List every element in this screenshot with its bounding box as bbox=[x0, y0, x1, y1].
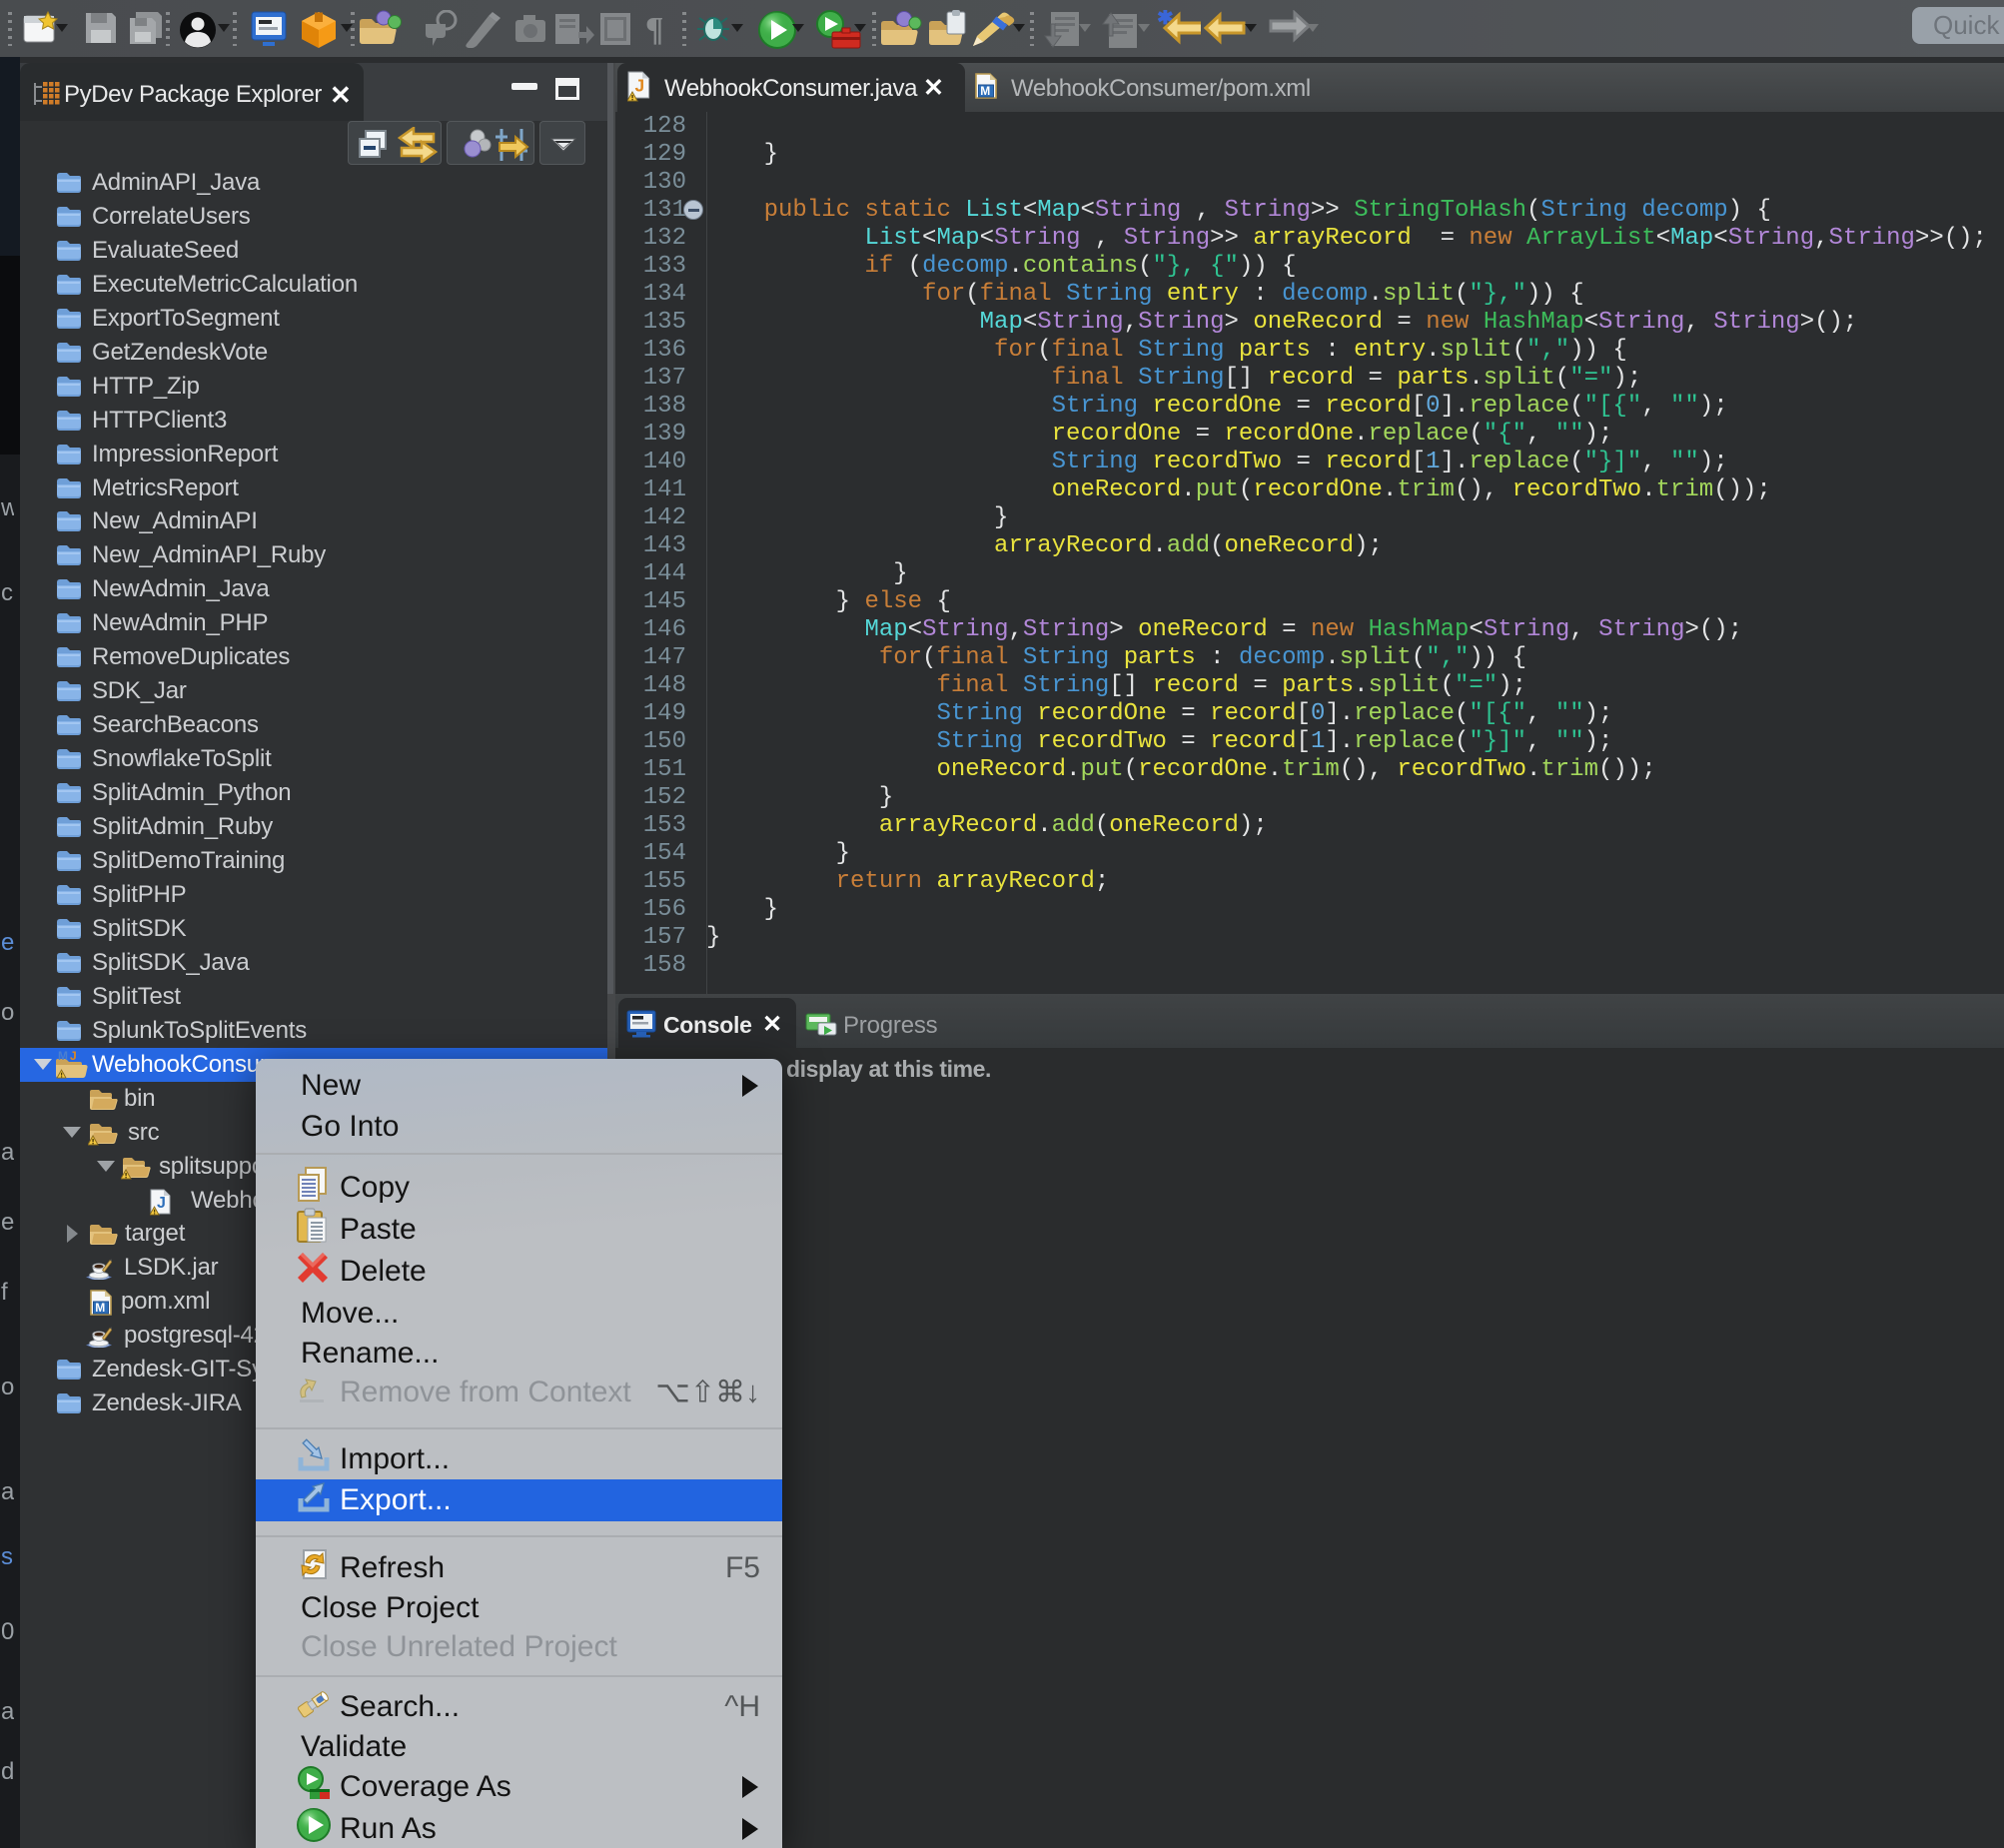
svg-text:J: J bbox=[70, 1051, 76, 1063]
svg-text:J: J bbox=[157, 1195, 166, 1212]
svg-text:M: M bbox=[58, 1051, 68, 1063]
svg-text:¶: ¶ bbox=[645, 11, 663, 48]
svg-text:J: J bbox=[635, 76, 645, 96]
svg-text:M: M bbox=[95, 1301, 105, 1315]
svg-text:M: M bbox=[980, 84, 990, 98]
